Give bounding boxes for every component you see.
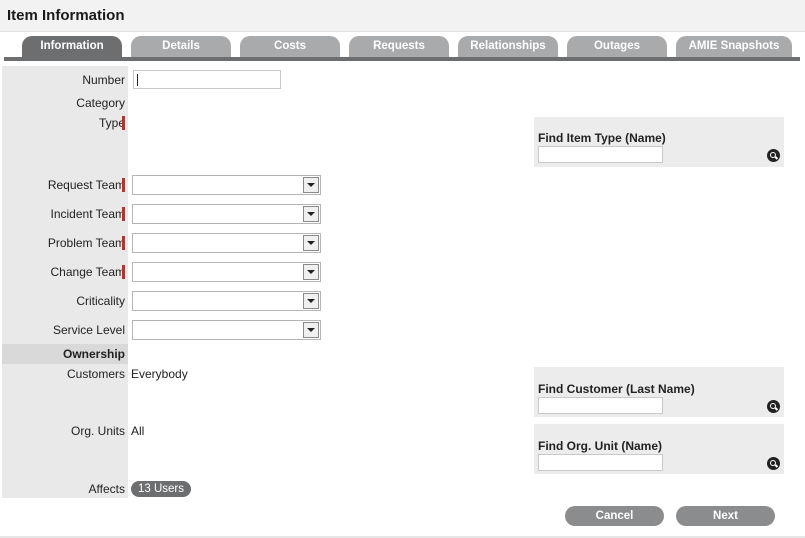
find-item-type-panel: Find Item Type (Name) (534, 117, 784, 167)
find-item-type-title: Find Item Type (Name) (538, 131, 666, 145)
required-marker (122, 178, 125, 192)
search-icon[interactable] (767, 149, 780, 162)
chevron-down-icon[interactable] (303, 177, 319, 193)
ownership-title: Ownership (62, 347, 125, 361)
next-button[interactable]: Next (676, 506, 775, 526)
affects-label: Affects (88, 482, 125, 496)
category-label: Category (76, 96, 125, 110)
tab-costs[interactable]: Costs (240, 36, 340, 57)
find-item-type-input[interactable] (538, 146, 663, 163)
problem-team-label: Problem Team (47, 236, 125, 250)
problem-team-select[interactable] (132, 233, 321, 253)
cancel-button[interactable]: Cancel (565, 506, 664, 526)
request-team-select[interactable] (132, 175, 321, 195)
customers-label: Customers (66, 367, 125, 381)
chevron-down-icon[interactable] (303, 322, 319, 338)
criticality-label: Criticality (76, 294, 125, 308)
find-org-unit-input[interactable] (538, 454, 663, 471)
tab-requests[interactable]: Requests (349, 36, 449, 57)
org-units-value: All (131, 424, 145, 438)
find-customer-panel: Find Customer (Last Name) (534, 367, 784, 417)
required-marker (122, 116, 125, 130)
text-cursor (137, 74, 138, 86)
required-marker (122, 236, 125, 250)
tab-underline (4, 57, 800, 61)
required-marker (122, 207, 125, 221)
change-team-label: Change Team (50, 265, 126, 279)
tab-information[interactable]: Information (22, 36, 122, 57)
tab-relationships[interactable]: Relationships (458, 36, 558, 57)
find-org-unit-panel: Find Org. Unit (Name) (534, 424, 784, 474)
required-marker (122, 265, 125, 279)
incident-team-select[interactable] (132, 204, 321, 224)
ownership-section-header: Ownership (2, 344, 128, 364)
criticality-select[interactable] (132, 291, 321, 311)
find-org-unit-title: Find Org. Unit (Name) (538, 439, 662, 453)
service-level-select[interactable] (132, 320, 321, 340)
find-customer-input[interactable] (538, 397, 663, 414)
incident-team-label: Incident Team (50, 207, 126, 221)
number-label: Number (82, 73, 125, 87)
chevron-down-icon[interactable] (303, 293, 319, 309)
chevron-down-icon[interactable] (303, 206, 319, 222)
org-units-label: Org. Units (70, 424, 125, 438)
request-team-label: Request Team (47, 178, 125, 192)
tab-outages[interactable]: Outages (567, 36, 667, 57)
page-title: Item Information (7, 7, 125, 24)
change-team-select[interactable] (132, 262, 321, 282)
chevron-down-icon[interactable] (303, 264, 319, 280)
tab-details[interactable]: Details (131, 36, 231, 57)
service-level-label: Service Level (52, 323, 125, 337)
page-header: Item Information (0, 0, 805, 32)
search-icon[interactable] (767, 457, 780, 470)
affects-users-badge[interactable]: 13 Users (131, 481, 191, 497)
customers-value: Everybody (131, 367, 188, 381)
search-icon[interactable] (767, 400, 780, 413)
tab-amie-snapshots[interactable]: AMIE Snapshots (676, 36, 792, 57)
find-customer-title: Find Customer (Last Name) (538, 382, 695, 396)
number-input[interactable] (133, 70, 281, 89)
chevron-down-icon[interactable] (303, 235, 319, 251)
